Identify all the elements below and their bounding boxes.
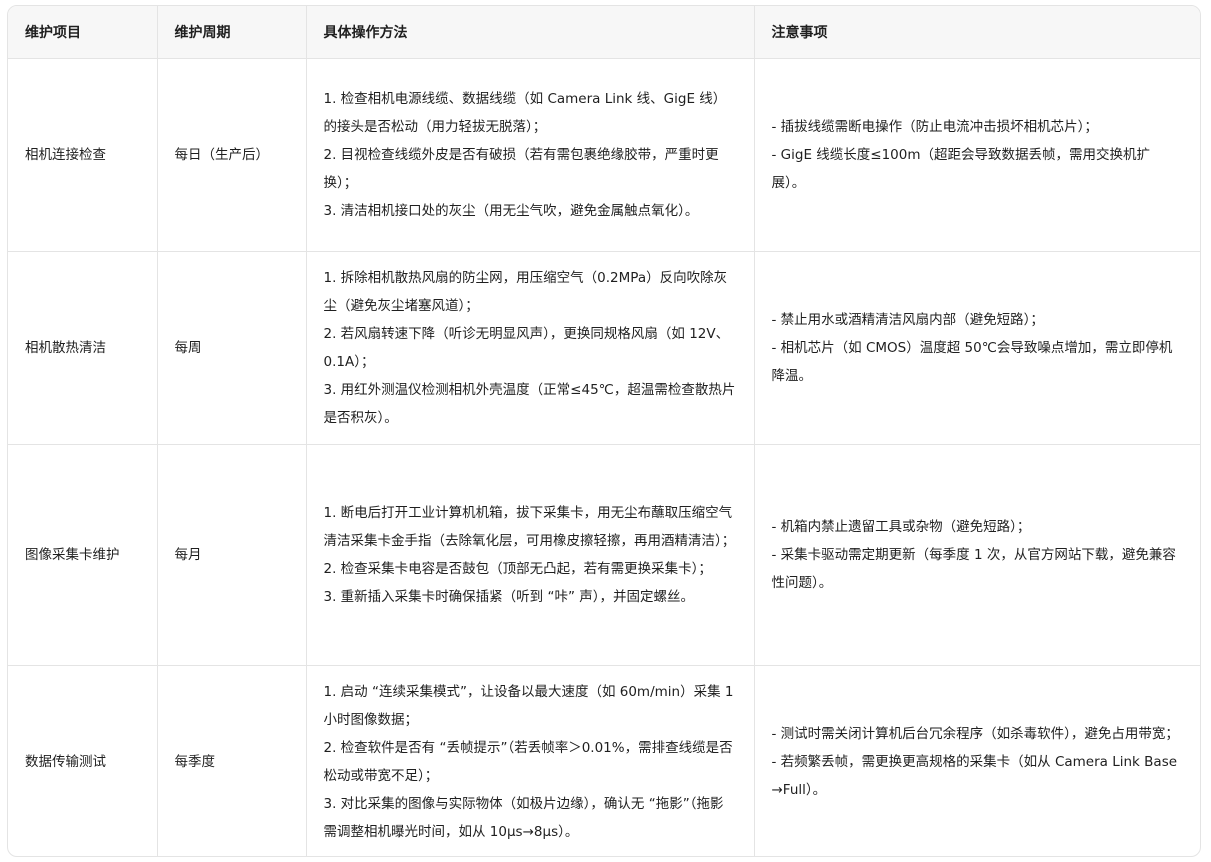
table-row: 数据传输测试 每季度 1. 启动 “连续采集模式”，让设备以最大速度（如 60m… xyxy=(8,665,1200,856)
cell-method: 1. 拆除相机散热风扇的防尘网，用压缩空气（0.2MPa）反向吹除灰尘（避免灰尘… xyxy=(306,251,755,445)
header-notes: 注意事项 xyxy=(754,6,1200,59)
method-line: 1. 断电后打开工业计算机机箱，拔下采集卡，用无尘布蘸取压缩空气清洁采集卡金手指… xyxy=(323,504,736,549)
note-line: - GigE 线缆长度≤100m（超距会导致数据丢帧，需用交换机扩展）。 xyxy=(771,146,1151,191)
note-line: - 相机芯片（如 CMOS）温度超 50℃会导致噪点增加，需立即停机降温。 xyxy=(771,339,1173,384)
method-line: 3. 重新插入采集卡时确保插紧（听到 “咔” 声），并固定螺丝。 xyxy=(323,588,695,605)
method-line: 3. 清洁相机接口处的灰尘（用无尘气吹，避免金属触点氧化）。 xyxy=(323,202,699,219)
method-line: 2. 目视检查线缆外皮是否有破损（若有需包裹绝缘胶带，严重时更换）； xyxy=(323,146,719,191)
table-body: 相机连接检查 每日（生产后） 1. 检查相机电源线缆、数据线缆（如 Camera… xyxy=(8,58,1200,856)
cell-cycle: 每周 xyxy=(157,251,307,445)
cell-cycle: 每月 xyxy=(157,444,307,666)
cell-cycle: 每日（生产后） xyxy=(157,58,307,252)
maintenance-table: 维护项目 维护周期 具体操作方法 注意事项 相机连接检查 每日（生产后） 1. … xyxy=(8,6,1200,856)
maintenance-table-container: 维护项目 维护周期 具体操作方法 注意事项 相机连接检查 每日（生产后） 1. … xyxy=(7,5,1201,857)
cell-item: 数据传输测试 xyxy=(8,665,158,856)
header-row: 维护项目 维护周期 具体操作方法 注意事项 xyxy=(8,6,1200,59)
method-line: 3. 对比采集的图像与实际物体（如极片边缘），确认无 “拖影”（拖影需调整相机曝… xyxy=(323,795,724,840)
method-line: 2. 检查采集卡电容是否鼓包（顶部无凸起，若有需更换采集卡）； xyxy=(323,560,712,577)
cell-method: 1. 启动 “连续采集模式”，让设备以最大速度（如 60m/min）采集 1 小… xyxy=(306,665,755,856)
cell-notes: - 机箱内禁止遗留工具或杂物（避免短路）； - 采集卡驱动需定期更新（每季度 1… xyxy=(754,444,1200,666)
note-line: - 插拔线缆需断电操作（防止电流冲击损坏相机芯片）； xyxy=(771,118,1098,135)
method-line: 2. 若风扇转速下降（听诊无明显风声），更换同规格风扇（如 12V、0.1A）； xyxy=(323,325,730,370)
cell-notes: - 插拔线缆需断电操作（防止电流冲击损坏相机芯片）； - GigE 线缆长度≤1… xyxy=(754,58,1200,252)
cell-method: 1. 断电后打开工业计算机机箱，拔下采集卡，用无尘布蘸取压缩空气清洁采集卡金手指… xyxy=(306,444,755,666)
cell-cycle: 每季度 xyxy=(157,665,307,856)
note-line: - 采集卡驱动需定期更新（每季度 1 次，从官方网站下载，避免兼容性问题）。 xyxy=(771,546,1176,591)
table-row: 相机连接检查 每日（生产后） 1. 检查相机电源线缆、数据线缆（如 Camera… xyxy=(8,58,1200,252)
cell-method: 1. 检查相机电源线缆、数据线缆（如 Camera Link 线、GigE 线）… xyxy=(306,58,755,252)
note-line: - 若频繁丢帧，需更换更高规格的采集卡（如从 Camera Link Base→… xyxy=(771,753,1178,798)
cell-item: 相机散热清洁 xyxy=(8,251,158,445)
note-line: - 机箱内禁止遗留工具或杂物（避免短路）； xyxy=(771,518,1031,535)
method-line: 1. 启动 “连续采集模式”，让设备以最大速度（如 60m/min）采集 1 小… xyxy=(323,683,734,728)
table-row: 图像采集卡维护 每月 1. 断电后打开工业计算机机箱，拔下采集卡，用无尘布蘸取压… xyxy=(8,444,1200,666)
method-line: 3. 用红外测温仪检测相机外壳温度（正常≤45℃，超温需检查散热片是否积灰）。 xyxy=(323,381,736,426)
header-item: 维护项目 xyxy=(8,6,158,59)
method-line: 2. 检查软件是否有 “丢帧提示”（若丢帧率＞0.01%，需排查线缆是否松动或带… xyxy=(323,739,733,784)
note-line: - 禁止用水或酒精清洁风扇内部（避免短路）； xyxy=(771,311,1044,328)
method-line: 1. 拆除相机散热风扇的防尘网，用压缩空气（0.2MPa）反向吹除灰尘（避免灰尘… xyxy=(323,269,728,314)
table-header: 维护项目 维护周期 具体操作方法 注意事项 xyxy=(8,6,1200,59)
cell-item: 相机连接检查 xyxy=(8,58,158,252)
cell-notes: - 禁止用水或酒精清洁风扇内部（避免短路）； - 相机芯片（如 CMOS）温度超… xyxy=(754,251,1200,445)
cell-notes: - 测试时需关闭计算机后台冗余程序（如杀毒软件），避免占用带宽； - 若频繁丢帧… xyxy=(754,665,1200,856)
header-cycle: 维护周期 xyxy=(157,6,307,59)
table-row: 相机散热清洁 每周 1. 拆除相机散热风扇的防尘网，用压缩空气（0.2MPa）反… xyxy=(8,251,1200,445)
method-line: 1. 检查相机电源线缆、数据线缆（如 Camera Link 线、GigE 线）… xyxy=(323,90,727,135)
cell-item: 图像采集卡维护 xyxy=(8,444,158,666)
note-line: - 测试时需关闭计算机后台冗余程序（如杀毒软件），避免占用带宽； xyxy=(771,725,1179,742)
header-method: 具体操作方法 xyxy=(306,6,755,59)
